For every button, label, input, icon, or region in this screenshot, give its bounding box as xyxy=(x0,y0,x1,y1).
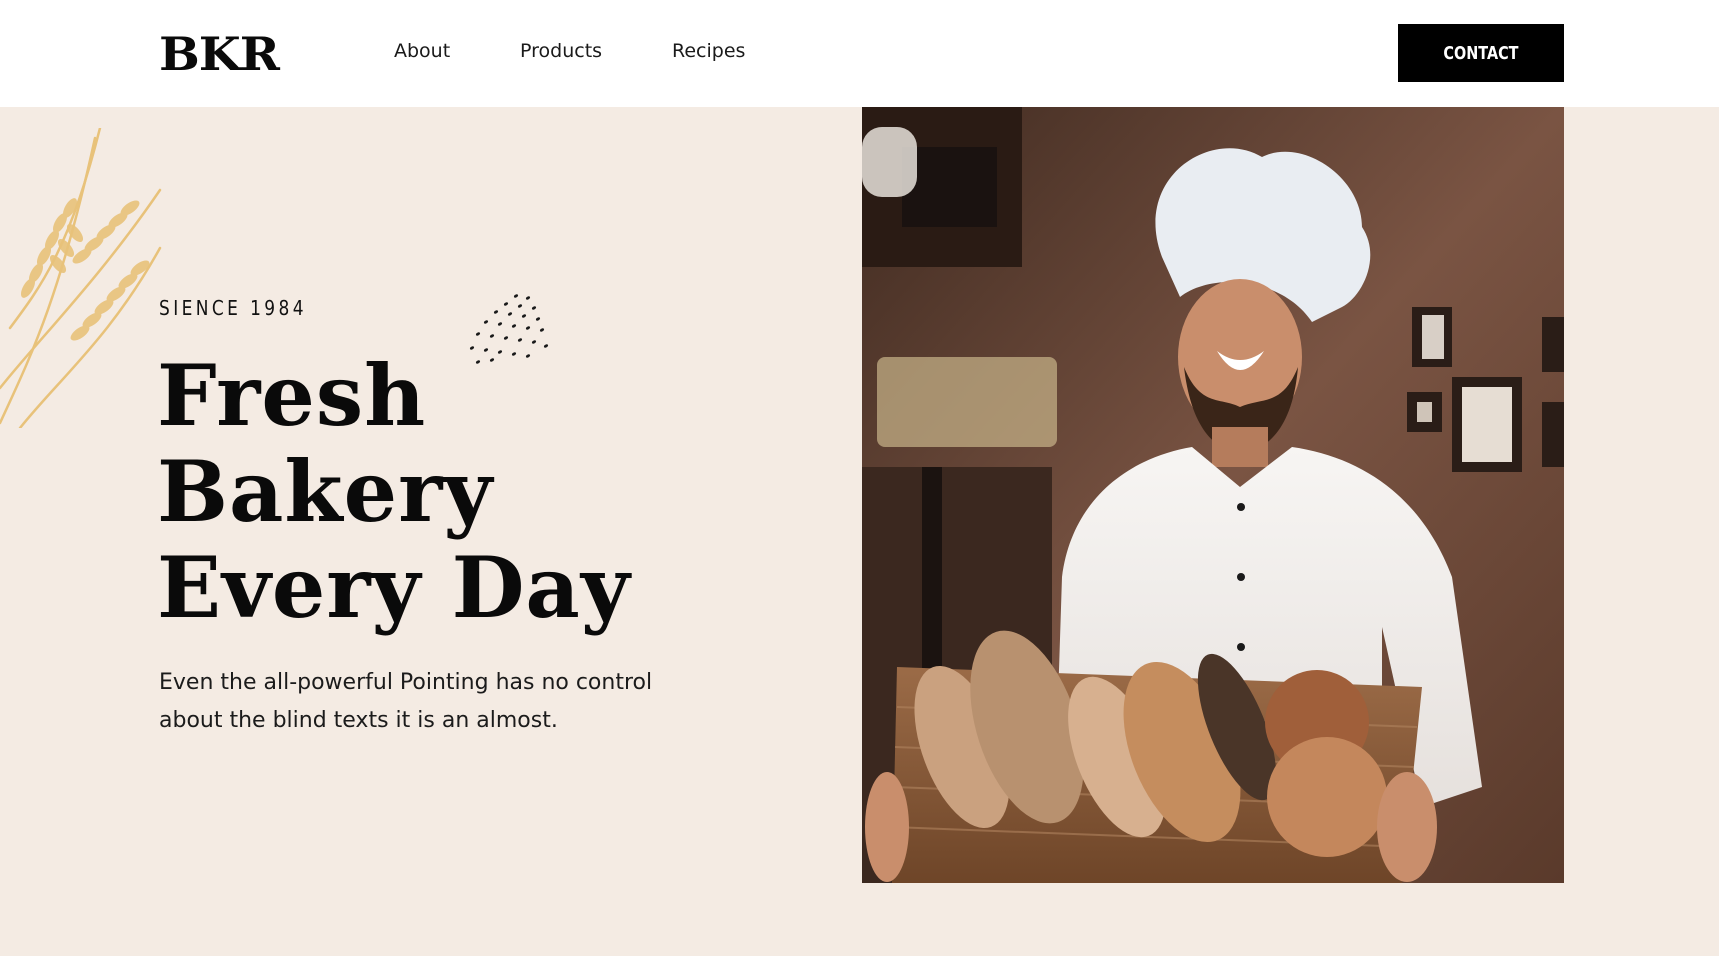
nav-link-about[interactable]: About xyxy=(394,40,450,62)
contact-button[interactable]: CONTACT xyxy=(1398,24,1564,82)
nav-link-products[interactable]: Products xyxy=(520,40,602,62)
since-label: SIENCE 1984 xyxy=(159,296,307,320)
hero-baker-photo xyxy=(862,107,1564,883)
navbar: BKR About Products Recipes CONTACT xyxy=(0,0,1719,107)
hero-headline: Fresh Bakery Every Day xyxy=(157,348,631,636)
contact-button-label: CONTACT xyxy=(1443,42,1519,64)
hero-description: Even the all-powerful Pointing has no co… xyxy=(159,670,653,733)
logo[interactable]: BKR xyxy=(159,26,280,82)
nav-link-recipes[interactable]: Recipes xyxy=(672,40,745,62)
baker-illustration xyxy=(862,107,1564,883)
wheat-decoration-icon xyxy=(0,128,162,428)
headline-line-2: Bakery xyxy=(157,442,494,541)
headline-line-1: Fresh xyxy=(157,346,427,445)
headline-line-3: Every Day xyxy=(157,538,631,637)
